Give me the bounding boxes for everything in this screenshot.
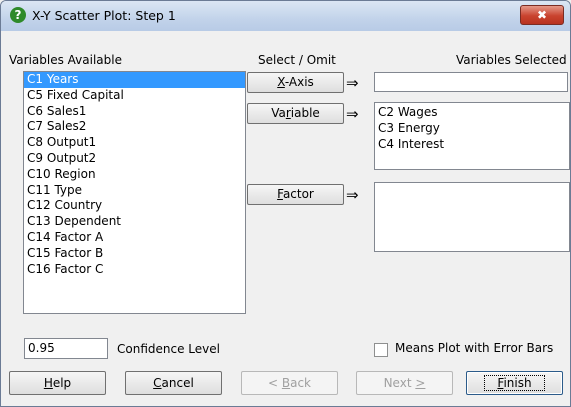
back-button[interactable]: < Back (241, 371, 338, 395)
x-axis-button[interactable]: X-Axis (247, 72, 344, 93)
list-item[interactable]: C2 Wages (375, 105, 569, 121)
variables-available-list[interactable]: C1 Years C5 Fixed Capital C6 Sales1 C7 Sale… (23, 71, 246, 314)
window-title: X-Y Scatter Plot: Step 1 (32, 8, 176, 23)
next-button[interactable]: Next > (356, 371, 453, 395)
factor-arrow-icon: ⇒ (346, 186, 359, 204)
scatter-plot-dialog: ? X-Y Scatter Plot: Step 1 ✖ Variables A… (0, 0, 571, 407)
confidence-level-label: Confidence Level (117, 342, 220, 356)
list-item[interactable]: C4 Interest (375, 137, 569, 153)
list-item[interactable]: C1 Years (24, 72, 245, 88)
list-item[interactable]: C16 Factor C (24, 262, 245, 278)
x-axis-field[interactable] (374, 72, 568, 92)
list-item[interactable]: C5 Fixed Capital (24, 88, 245, 104)
list-item[interactable]: C7 Sales2 (24, 119, 245, 135)
variable-arrow-icon: ⇒ (346, 105, 359, 123)
x-axis-arrow-icon: ⇒ (346, 74, 359, 92)
cancel-button[interactable]: Cancel (125, 371, 222, 395)
finish-button[interactable]: Finish (466, 371, 563, 395)
list-item[interactable]: C12 Country (24, 198, 245, 214)
help-button[interactable]: Help (9, 371, 106, 395)
list-item[interactable]: C6 Sales1 (24, 104, 245, 120)
list-item[interactable]: C8 Output1 (24, 135, 245, 151)
factor-button[interactable]: Factor (247, 184, 344, 205)
means-plot-checkbox[interactable] (374, 343, 388, 357)
select-omit-label: Select / Omit (258, 53, 336, 67)
means-plot-label: Means Plot with Error Bars (395, 341, 554, 355)
title-bar[interactable]: ? X-Y Scatter Plot: Step 1 ✖ (1, 1, 570, 31)
close-icon: ✖ (536, 8, 548, 22)
close-button[interactable]: ✖ (520, 5, 564, 25)
list-item[interactable]: C3 Energy (375, 121, 569, 137)
variable-button[interactable]: Variable (247, 103, 344, 124)
list-item[interactable]: C10 Region (24, 167, 245, 183)
help-question-icon: ? (10, 7, 26, 23)
variables-selected-label: Variables Selected (456, 53, 567, 67)
list-item[interactable]: C14 Factor A (24, 230, 245, 246)
list-item[interactable]: C15 Factor B (24, 246, 245, 262)
list-item[interactable]: C9 Output2 (24, 151, 245, 167)
list-item[interactable]: C11 Type (24, 183, 245, 199)
factor-selected-list[interactable] (374, 182, 570, 252)
variable-selected-list[interactable]: C2 Wages C3 Energy C4 Interest (374, 102, 570, 170)
confidence-level-field[interactable]: 0.95 (24, 338, 108, 359)
list-item[interactable]: C13 Dependent (24, 214, 245, 230)
variables-available-label: Variables Available (9, 53, 122, 67)
